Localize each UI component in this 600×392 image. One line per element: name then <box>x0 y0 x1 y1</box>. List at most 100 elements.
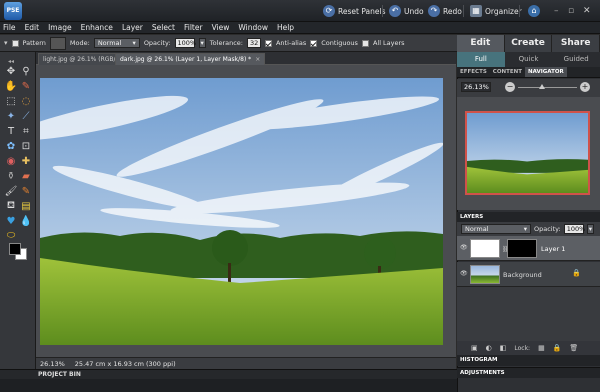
zoom-in-icon[interactable]: + <box>580 82 590 92</box>
tab-create[interactable]: Create <box>504 35 553 52</box>
lasso-tool-icon[interactable]: ◌ <box>19 94 33 108</box>
tab-content[interactable]: CONTENT <box>490 67 525 77</box>
mode-select[interactable]: Normal ▾ <box>93 38 140 48</box>
tool-preset-icon[interactable]: ▾ <box>4 39 8 47</box>
lock-transparent-icon[interactable]: ▦ <box>538 344 545 352</box>
navigator-thumbnail[interactable] <box>465 111 590 195</box>
menu-edit[interactable]: Edit <box>25 23 40 32</box>
panel-tabs: EFFECTS CONTENT NAVIGATOR <box>457 67 600 78</box>
doc-tab-dark[interactable]: dark.jpg @ 26.1% (Layer 1, Layer Mask/8)… <box>115 53 266 65</box>
cookie-cutter-tool-icon[interactable]: ✿ <box>4 139 18 153</box>
menu-layer[interactable]: Layer <box>122 23 143 32</box>
layers-panel-header[interactable]: LAYERS <box>457 212 600 222</box>
menu-enhance[interactable]: Enhance <box>81 23 113 32</box>
foreground-color-swatch[interactable] <box>9 243 21 255</box>
red-eye-tool-icon[interactable]: ◉ <box>4 154 18 168</box>
hand-tool-icon[interactable]: ✋ <box>4 79 18 93</box>
antialias-checkbox[interactable] <box>264 39 272 47</box>
menu-select[interactable]: Select <box>152 23 175 32</box>
adjustments-panel-header[interactable]: ADJUSTMENTS <box>457 367 600 378</box>
close-button[interactable]: ✕ <box>583 4 591 18</box>
zoom-out-icon[interactable]: − <box>505 82 515 92</box>
magic-wand-tool-icon[interactable]: ✦ <box>4 109 18 123</box>
home-button[interactable]: ⌂ <box>528 4 540 18</box>
chevron-down-icon: ▾ <box>588 224 592 233</box>
clone-stamp-tool-icon[interactable]: ⚱ <box>4 169 18 183</box>
move-tool-icon[interactable]: ✥ <box>4 64 18 78</box>
document-image[interactable] <box>40 78 443 345</box>
maximize-button[interactable]: ▫ <box>568 4 574 18</box>
menu-filter[interactable]: Filter <box>184 23 203 32</box>
smart-brush-tool-icon[interactable]: ✎ <box>19 184 33 198</box>
paint-bucket-tool-icon[interactable]: ⛾ <box>4 199 18 213</box>
redo-button[interactable]: ↷ Redo <box>428 4 462 18</box>
zoom-tool-icon[interactable]: ⚲ <box>19 64 33 78</box>
project-bin-header[interactable]: PROJECT BIN <box>0 369 457 379</box>
contiguous-label: Contiguous <box>321 39 358 47</box>
brush-tool-icon[interactable]: 🖌 <box>4 184 18 198</box>
opacity-slider-button[interactable]: ▾ <box>198 38 206 48</box>
zoom-slider-track[interactable] <box>518 87 577 88</box>
sponge-tool-icon[interactable]: ⬭ <box>4 228 18 242</box>
healing-brush-tool-icon[interactable]: ✚ <box>19 154 33 168</box>
organizer-button[interactable]: ▦ Organizer <box>470 4 522 18</box>
redo-label: Redo <box>443 6 462 16</box>
layer-mask-thumbnail[interactable] <box>507 239 537 258</box>
contiguous-checkbox[interactable] <box>310 39 318 47</box>
quick-selection-tool-icon[interactable]: ⟋ <box>19 109 33 123</box>
tab-share[interactable]: Share <box>552 35 600 52</box>
reset-panels-button[interactable]: ⟳ Reset Panels <box>323 4 385 18</box>
eye-icon[interactable]: 👁 <box>460 270 469 277</box>
eyedropper-tool-icon[interactable]: ✎ <box>19 79 33 93</box>
lock-all-icon[interactable]: 🔒 <box>553 344 562 352</box>
straighten-tool-icon[interactable]: ⊡ <box>19 139 33 153</box>
menu-help[interactable]: Help <box>277 23 294 32</box>
blur-tool-icon[interactable]: 💧 <box>19 214 33 228</box>
tab-navigator[interactable]: NAVIGATOR <box>524 67 567 77</box>
zoom-slider-thumb[interactable] <box>539 84 545 89</box>
tab-edit[interactable]: Edit <box>457 35 505 52</box>
app-logo: PSE <box>4 2 22 20</box>
close-icon[interactable]: × <box>255 56 260 63</box>
tab-effects[interactable]: EFFECTS <box>457 67 490 77</box>
layer-opacity-label: Opacity: <box>534 225 561 233</box>
layer-opacity-field[interactable]: 100% <box>563 224 585 234</box>
undo-button[interactable]: ↶ Undo <box>389 4 424 18</box>
menu-file[interactable]: File <box>3 23 16 32</box>
menu-window[interactable]: Window <box>238 23 268 32</box>
delete-layer-icon[interactable]: 🗑 <box>569 344 578 352</box>
tab-quick[interactable]: Quick <box>505 52 553 67</box>
shape-tool-icon[interactable]: ♥ <box>4 214 18 228</box>
menu-view[interactable]: View <box>212 23 230 32</box>
eye-icon[interactable]: 👁 <box>460 244 469 251</box>
all-layers-checkbox[interactable] <box>361 39 369 47</box>
layer-opacity-dropdown[interactable]: ▾ <box>586 224 594 234</box>
eraser-tool-icon[interactable]: ▰ <box>19 169 33 183</box>
adjustment-layer-icon[interactable]: ◐ <box>486 344 492 352</box>
pattern-checkbox[interactable] <box>11 39 19 47</box>
gradient-tool-icon[interactable]: ▤ <box>19 199 33 213</box>
blend-mode-select[interactable]: Normal ▾ <box>461 224 531 234</box>
tab-guided[interactable]: Guided <box>552 52 600 67</box>
menu-image[interactable]: Image <box>48 23 72 32</box>
histogram-panel-header[interactable]: HISTOGRAM <box>457 355 600 366</box>
tab-full[interactable]: Full <box>457 52 505 67</box>
status-zoom[interactable]: 26.13% <box>40 360 65 368</box>
navigator-zoom-field[interactable]: 26.13% <box>461 82 491 92</box>
minimize-button[interactable]: – <box>554 4 559 18</box>
landscape-photo <box>40 78 443 345</box>
separator <box>382 5 383 17</box>
layer-row-layer1[interactable]: 👁 ⛓ Layer 1 <box>457 236 600 261</box>
status-dimensions: 25.47 cm x 16.93 cm (300 ppi) <box>74 359 176 368</box>
tolerance-field[interactable]: 32 <box>246 38 261 48</box>
crop-tool-icon[interactable]: ⌗ <box>19 124 33 138</box>
opacity-field[interactable]: 100% <box>174 38 196 48</box>
marquee-tool-icon[interactable]: ⬚ <box>4 94 18 108</box>
pattern-picker[interactable] <box>49 36 66 50</box>
chevron-down-icon: ▾ <box>523 224 527 233</box>
layer-mask-icon[interactable]: ◧ <box>500 344 507 352</box>
new-layer-icon[interactable]: ▣ <box>471 344 478 352</box>
layer-row-background[interactable]: 👁 Background 🔒 <box>457 262 600 287</box>
type-tool-icon[interactable]: T <box>4 124 18 138</box>
tool-options-bar: ▾ Pattern Mode: Normal ▾ Opacity: 100% ▾… <box>0 35 457 52</box>
